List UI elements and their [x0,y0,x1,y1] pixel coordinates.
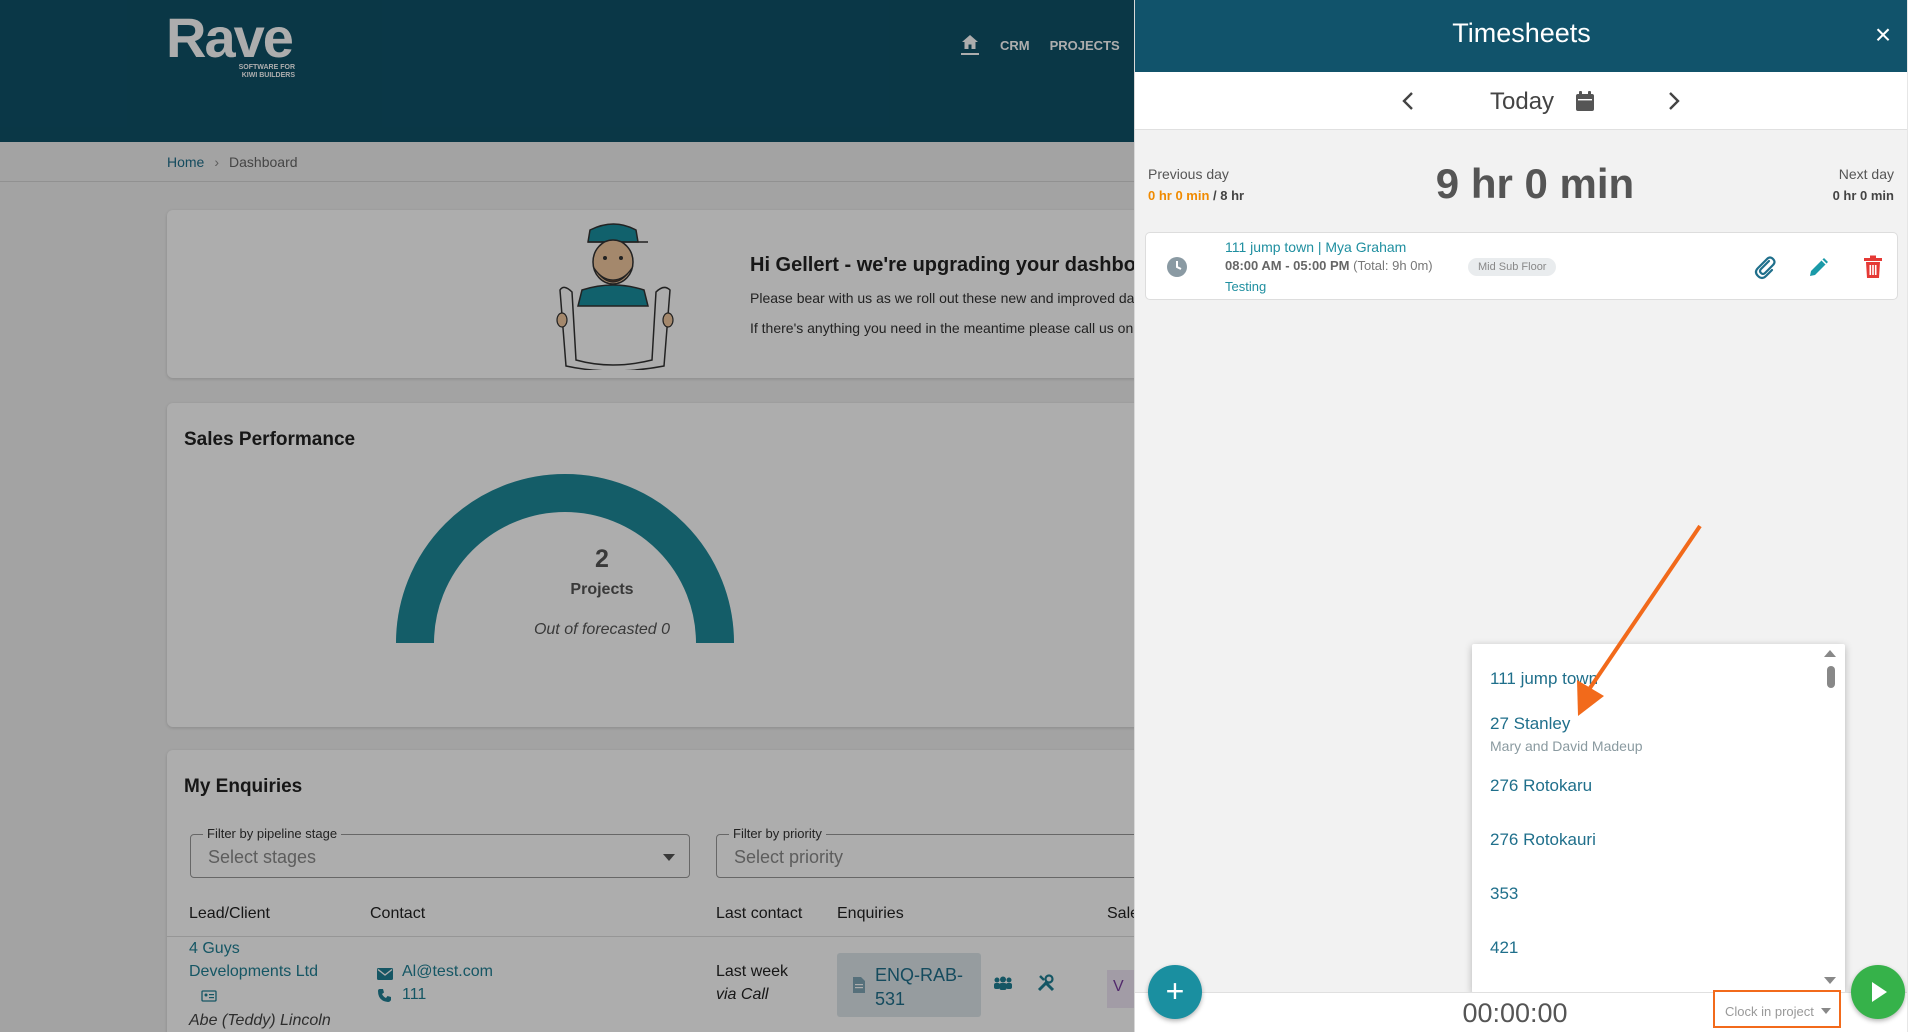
next-day-hours: 0 hr 0 min [1832,188,1894,203]
chevron-right-icon[interactable] [1658,86,1688,116]
previous-day-target: / 8 hr [1209,188,1245,203]
scroll-down-arrow-icon[interactable] [1824,977,1836,984]
add-entry-button[interactable]: + [1148,965,1202,1019]
timer-display: 00:00:00 [1462,998,1568,1028]
date-navigator: Today [1135,72,1908,130]
project-option-27-stanley[interactable]: 27 Stanley [1490,714,1570,734]
next-day-label[interactable]: Next day [1839,166,1894,182]
close-icon[interactable]: × [1868,20,1898,50]
calendar-icon[interactable] [1575,90,1595,112]
timesheets-title: Timesheets [1452,18,1591,48]
project-option-276-rotokauri[interactable]: 276 Rotokauri [1490,830,1596,850]
entry-time: 08:00 AM - 05:00 PM (Total: 9h 0m) [1225,258,1433,273]
project-dropdown: 111 jump town 27 Stanley Mary and David … [1472,644,1845,993]
trash-icon[interactable] [1860,254,1886,280]
entry-note: Testing [1225,279,1267,294]
total-time: 9 hr 0 min [1435,160,1635,207]
current-date-label[interactable]: Today [1490,88,1554,116]
page-scrollbar[interactable] [1907,0,1920,1032]
previous-day-hours: 0 hr 0 min / 8 hr [1148,188,1244,203]
entry-time-range: 08:00 AM - 05:00 PM [1225,258,1350,273]
entry-title[interactable]: 111 jump town | Mya Graham [1225,239,1406,255]
play-icon [1872,982,1887,1002]
timesheets-header: Timesheets × [1135,0,1908,72]
modal-backdrop[interactable] [0,0,1134,1032]
timesheets-panel: Timesheets × Today Previous day 0 hr 0 m… [1134,0,1908,1032]
entry-total: (Total: 9h 0m) [1349,258,1433,273]
scroll-up-arrow-icon[interactable] [1824,650,1836,657]
project-option-353[interactable]: 353 [1490,884,1518,904]
clock-in-project-placeholder: Clock in project [1725,1004,1814,1019]
previous-day-label[interactable]: Previous day [1148,166,1229,182]
clock-in-project-select[interactable]: Clock in project [1713,990,1841,1028]
entry-stage-tag: Mid Sub Floor [1468,258,1557,276]
project-option-421[interactable]: 421 [1490,938,1518,958]
dropdown-scrollbar[interactable] [1827,666,1835,688]
timesheet-entry[interactable]: 111 jump town | Mya Graham 08:00 AM - 05… [1145,232,1898,300]
select-underline [1719,1026,1829,1028]
pencil-icon[interactable] [1806,254,1832,280]
start-timer-button[interactable] [1851,965,1905,1019]
clock-icon [1167,257,1187,277]
project-option-27-stanley-client: Mary and David Madeup [1490,738,1643,754]
project-option-276-rotokaru[interactable]: 276 Rotokaru [1490,776,1592,796]
chevron-left-icon[interactable] [1394,86,1424,116]
chevron-down-icon [1821,1008,1831,1014]
paperclip-icon[interactable] [1752,254,1778,280]
previous-day-worked: 0 hr 0 min [1148,188,1210,203]
project-option-111-jump-town[interactable]: 111 jump town [1490,669,1598,689]
